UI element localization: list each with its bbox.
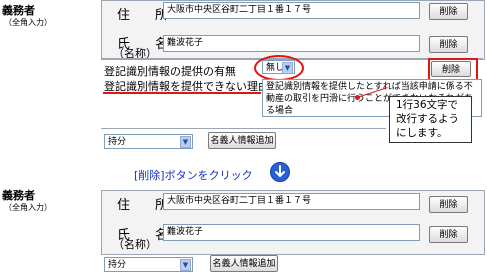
delete-info-button[interactable]: 削除 — [431, 61, 471, 77]
add-nominee-button[interactable]: 名義人情報追加 — [208, 132, 276, 149]
delete-address-button[interactable]: 削除 — [429, 196, 468, 213]
instruction-prefix: [削除] — [134, 169, 165, 182]
instruction-text: [削除]ボタンをクリック — [134, 167, 253, 183]
address-input[interactable]: 大阪市中央区谷町二丁目１番１７号 — [163, 2, 420, 19]
delete-name-button[interactable]: 削除 — [429, 226, 468, 243]
add-nominee-button[interactable]: 名義人情報追加 — [210, 255, 278, 272]
share-select[interactable]: 持分 ▼ — [104, 134, 193, 149]
delete-name-button[interactable]: 削除 — [429, 36, 468, 53]
info-provided-select[interactable]: 無し ▼ — [262, 60, 295, 74]
section-subtitle: （全角入力） — [4, 203, 52, 212]
share-value: 持分 — [108, 137, 127, 147]
chevron-down-icon: ▼ — [180, 259, 191, 271]
callout-dot — [355, 95, 360, 100]
section-title: 義務者 — [2, 189, 35, 202]
share-select[interactable]: 持分 ▼ — [104, 257, 193, 272]
underline — [103, 92, 261, 94]
share-value: 持分 — [108, 260, 127, 270]
divider — [101, 128, 386, 129]
info-provided-label: 登記識別情報の提供の有無 — [104, 65, 236, 78]
arrow-down-circle-icon — [270, 162, 290, 182]
chevron-down-icon: ▼ — [282, 62, 293, 74]
section-subtitle: （全角入力） — [4, 18, 52, 27]
name-input[interactable]: 難波花子 — [163, 35, 420, 52]
name-sublabel: （名称） — [113, 238, 157, 251]
chevron-down-icon: ▼ — [180, 136, 191, 148]
delete-address-button[interactable]: 削除 — [429, 3, 468, 20]
address-input[interactable]: 大阪市中央区谷町二丁目１番１７号 — [163, 193, 420, 210]
name-input[interactable]: 難波花子 — [163, 224, 420, 241]
instruction-body: ボタンをクリック — [164, 169, 253, 182]
callout-box: 1行36文字で改行するようにします。 — [389, 96, 472, 143]
section-title: 義務者 — [2, 4, 35, 17]
